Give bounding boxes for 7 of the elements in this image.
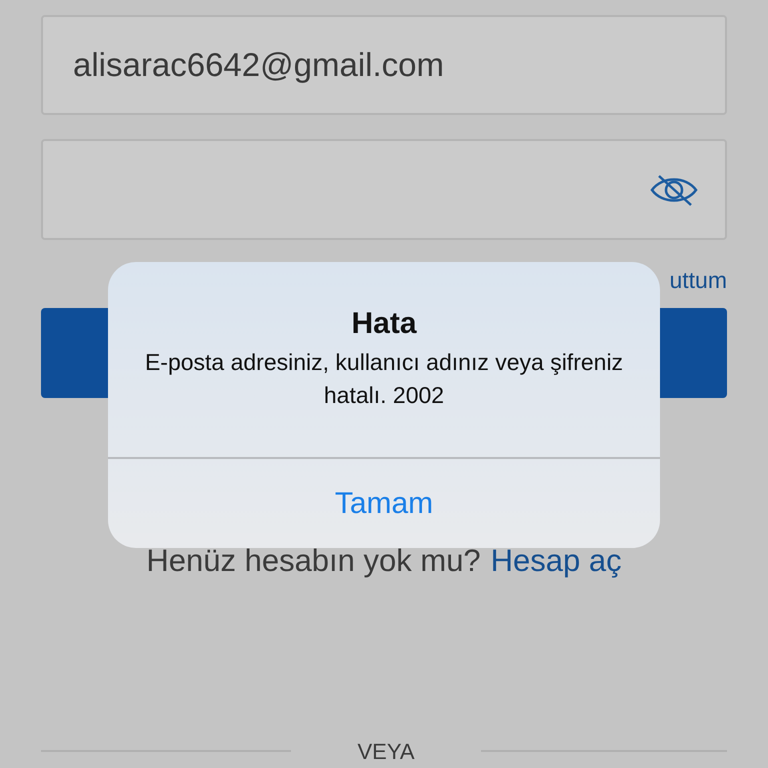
alert-title: Hata	[351, 306, 417, 342]
divider-label: VEYA	[356, 738, 416, 766]
password-field[interactable]	[41, 139, 727, 240]
forgot-password-link[interactable]: uttum	[669, 268, 727, 292]
alert-message: E-posta adresiniz, kullanıcı adınız veya şifreniz hatalı. 2002	[144, 348, 624, 410]
eye-slash-icon[interactable]	[649, 172, 699, 206]
email-field[interactable]: alisarac6642@gmail.com	[41, 15, 727, 115]
